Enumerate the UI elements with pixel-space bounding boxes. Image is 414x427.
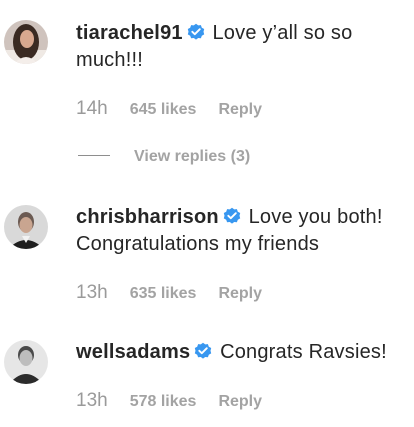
timestamp[interactable]: 13h	[76, 390, 108, 411]
verified-badge-icon	[194, 342, 212, 360]
likes-count[interactable]: 578 likes	[130, 393, 197, 410]
timestamp[interactable]: 13h	[76, 282, 108, 303]
username[interactable]: chrisbharrison	[76, 206, 219, 228]
likes-count[interactable]: 645 likes	[130, 101, 197, 118]
comment-text-block: wellsadams Congrats Ravsies!	[76, 339, 406, 366]
avatar-photo-icon	[4, 20, 48, 64]
divider-line	[78, 155, 110, 156]
reply-button[interactable]: Reply	[218, 285, 262, 302]
avatar-photo-icon	[4, 340, 48, 384]
comment-meta: 13h 635 likes Reply	[76, 282, 262, 304]
verified-badge-icon	[187, 23, 205, 41]
view-replies-label: View replies (3)	[134, 148, 251, 165]
username[interactable]: wellsadams	[76, 341, 190, 363]
comment-meta: 13h 578 likes Reply	[76, 390, 262, 412]
view-replies-button[interactable]: View replies (3)	[78, 148, 250, 166]
avatar[interactable]	[4, 205, 48, 249]
comment-body: Congrats Ravsies!	[220, 341, 387, 363]
avatar[interactable]	[4, 340, 48, 384]
reply-button[interactable]: Reply	[218, 101, 262, 118]
comment-text-block: chrisbharrison Love you both! Congratula…	[76, 204, 406, 258]
reply-button[interactable]: Reply	[218, 393, 262, 410]
username[interactable]: tiarachel91	[76, 22, 183, 44]
comment-meta: 14h 645 likes Reply	[76, 98, 262, 120]
avatar[interactable]	[4, 20, 48, 64]
timestamp[interactable]: 14h	[76, 98, 108, 119]
comment-text-block: tiarachel91 Love y’all so so much!!!	[76, 20, 406, 74]
likes-count[interactable]: 635 likes	[130, 285, 197, 302]
avatar-photo-icon	[4, 205, 48, 249]
verified-badge-icon	[223, 207, 241, 225]
